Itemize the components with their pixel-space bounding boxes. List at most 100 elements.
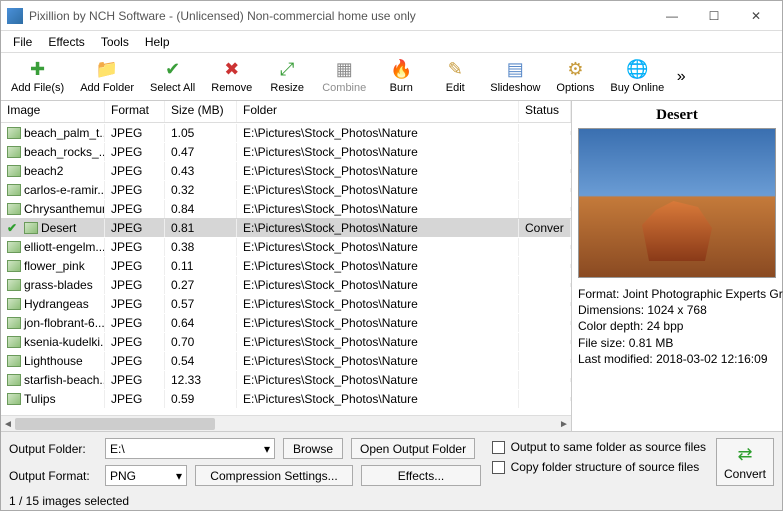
table-row[interactable]: beach_palm_t...JPEG1.05E:\Pictures\Stock… (1, 123, 571, 142)
table-row[interactable]: starfish-beach...JPEG12.33E:\Pictures\St… (1, 370, 571, 389)
cell-image: ksenia-kudelki... (24, 335, 105, 349)
open-output-folder-button[interactable]: Open Output Folder (351, 438, 475, 459)
slideshow-icon: ▤ (505, 60, 525, 80)
col-header-format[interactable]: Format (105, 101, 165, 122)
preview-panel: Desert Format: Joint Photographic Expert… (572, 101, 782, 431)
cell-image: Chrysanthemum (24, 202, 105, 216)
resize-icon: ⤢ (277, 60, 297, 80)
horizontal-scrollbar[interactable]: ◄ ► (1, 415, 571, 431)
grid-body[interactable]: beach_palm_t...JPEG1.05E:\Pictures\Stock… (1, 123, 571, 415)
scroll-left-arrow[interactable]: ◄ (1, 416, 15, 432)
cell-size: 0.27 (165, 276, 237, 294)
close-button[interactable]: ✕ (736, 2, 776, 30)
cell-format: JPEG (105, 390, 165, 408)
edit-button[interactable]: ✎Edit (428, 55, 482, 99)
output-format-combo[interactable]: PNG▾ (105, 465, 187, 486)
cell-folder: E:\Pictures\Stock_Photos\Nature (237, 352, 519, 370)
image-file-icon (7, 241, 21, 253)
menu-help[interactable]: Help (137, 33, 178, 51)
options-button[interactable]: ⚙Options (548, 55, 602, 99)
cell-size: 0.47 (165, 143, 237, 161)
add-files-button[interactable]: ✚Add File(s) (3, 55, 72, 99)
cell-folder: E:\Pictures\Stock_Photos\Nature (237, 124, 519, 142)
table-row[interactable]: flower_pinkJPEG0.11E:\Pictures\Stock_Pho… (1, 256, 571, 275)
add-folder-button[interactable]: 📁Add Folder (72, 55, 142, 99)
cell-image: beach_rocks_... (24, 145, 105, 159)
image-file-icon (7, 127, 21, 139)
col-header-image[interactable]: Image (1, 101, 105, 122)
image-file-icon (7, 184, 21, 196)
check-icon: ✔ (7, 221, 21, 235)
scroll-right-arrow[interactable]: ► (557, 416, 571, 432)
menu-file[interactable]: File (5, 33, 40, 51)
table-row[interactable]: TulipsJPEG0.59E:\Pictures\Stock_Photos\N… (1, 389, 571, 408)
image-file-icon (7, 203, 21, 215)
table-row[interactable]: carlos-e-ramir...JPEG0.32E:\Pictures\Sto… (1, 180, 571, 199)
cell-image: Desert (41, 221, 76, 235)
cell-folder: E:\Pictures\Stock_Photos\Nature (237, 390, 519, 408)
preview-image (578, 128, 776, 278)
image-file-icon (7, 336, 21, 348)
slideshow-button[interactable]: ▤Slideshow (482, 55, 548, 99)
compression-settings-button[interactable]: Compression Settings... (195, 465, 353, 486)
image-file-icon (7, 298, 21, 310)
image-file-icon (7, 317, 21, 329)
maximize-button[interactable]: ☐ (694, 2, 734, 30)
menu-tools[interactable]: Tools (93, 33, 137, 51)
globe-icon: 🌐 (627, 60, 647, 80)
image-file-icon (7, 279, 21, 291)
cell-folder: E:\Pictures\Stock_Photos\Nature (237, 276, 519, 294)
cell-status (519, 378, 571, 382)
same-folder-checkbox[interactable]: Output to same folder as source files (492, 440, 706, 454)
burn-button[interactable]: 🔥Burn (374, 55, 428, 99)
table-row[interactable]: jon-flobrant-6...JPEG0.64E:\Pictures\Sto… (1, 313, 571, 332)
select-all-button[interactable]: ✔Select All (142, 55, 203, 99)
titlebar: Pixillion by NCH Software - (Unlicensed)… (1, 1, 782, 31)
cell-format: JPEG (105, 257, 165, 275)
cell-image: Lighthouse (24, 354, 83, 368)
table-row[interactable]: HydrangeasJPEG0.57E:\Pictures\Stock_Phot… (1, 294, 571, 313)
table-row[interactable]: LighthouseJPEG0.54E:\Pictures\Stock_Phot… (1, 351, 571, 370)
flame-icon: 🔥 (391, 60, 411, 80)
col-header-status[interactable]: Status (519, 101, 571, 122)
table-row[interactable]: ✔DesertJPEG0.81E:\Pictures\Stock_Photos\… (1, 218, 571, 237)
cell-format: JPEG (105, 295, 165, 313)
cell-image: grass-blades (24, 278, 93, 292)
cell-format: JPEG (105, 276, 165, 294)
cell-size: 0.54 (165, 352, 237, 370)
image-file-icon (7, 393, 21, 405)
effects-button[interactable]: Effects... (361, 465, 481, 486)
file-grid: Image Format Size (MB) Folder Status bea… (1, 101, 571, 415)
convert-button[interactable]: ⇄ Convert (716, 438, 774, 486)
resize-button[interactable]: ⤢Resize (260, 55, 314, 99)
grid-header: Image Format Size (MB) Folder Status (1, 101, 571, 123)
col-header-folder[interactable]: Folder (237, 101, 519, 122)
cell-format: JPEG (105, 162, 165, 180)
output-folder-combo[interactable]: E:\▾ (105, 438, 275, 459)
minimize-button[interactable]: ― (652, 2, 692, 30)
preview-metadata: Format: Joint Photographic Experts Group… (578, 286, 776, 367)
cell-size: 0.38 (165, 238, 237, 256)
check-icon: ✔ (163, 60, 183, 80)
table-row[interactable]: elliott-engelm...JPEG0.38E:\Pictures\Sto… (1, 237, 571, 256)
toolbar-overflow[interactable]: » (672, 68, 690, 86)
cell-size: 1.05 (165, 124, 237, 142)
cell-folder: E:\Pictures\Stock_Photos\Nature (237, 162, 519, 180)
menubar: File Effects Tools Help (1, 31, 782, 53)
remove-button[interactable]: ✖Remove (203, 55, 260, 99)
scroll-thumb[interactable] (15, 418, 215, 430)
table-row[interactable]: ksenia-kudelki...JPEG0.70E:\Pictures\Sto… (1, 332, 571, 351)
col-header-size[interactable]: Size (MB) (165, 101, 237, 122)
table-row[interactable]: beach2JPEG0.43E:\Pictures\Stock_Photos\N… (1, 161, 571, 180)
meta-modified: 2018-03-02 12:16:09 (656, 352, 767, 366)
table-row[interactable]: ChrysanthemumJPEG0.84E:\Pictures\Stock_P… (1, 199, 571, 218)
buy-online-button[interactable]: 🌐Buy Online (602, 55, 672, 99)
meta-filesize: 0.81 MB (629, 336, 674, 350)
meta-dimensions: 1024 x 768 (647, 303, 706, 317)
menu-effects[interactable]: Effects (40, 33, 92, 51)
browse-button[interactable]: Browse (283, 438, 343, 459)
table-row[interactable]: beach_rocks_...JPEG0.47E:\Pictures\Stock… (1, 142, 571, 161)
copy-structure-checkbox[interactable]: Copy folder structure of source files (492, 460, 706, 474)
cell-folder: E:\Pictures\Stock_Photos\Nature (237, 333, 519, 351)
table-row[interactable]: grass-blades JPEG0.27E:\Pictures\Stock_Ph… (1, 275, 571, 294)
